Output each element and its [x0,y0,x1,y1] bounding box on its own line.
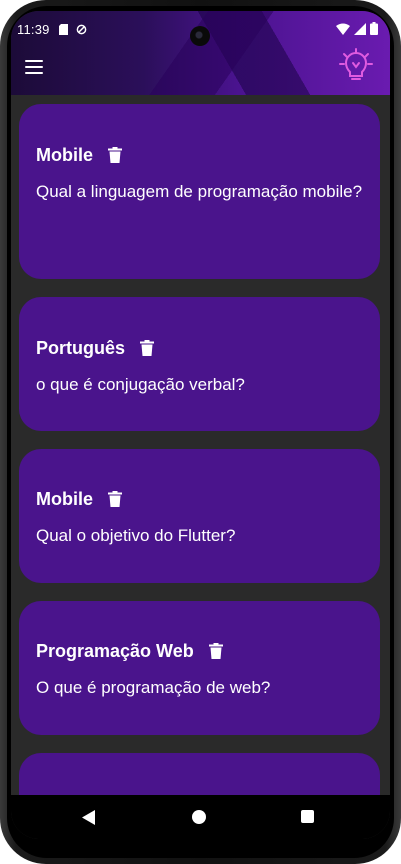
question-card[interactable]: Mobile Qual o objetivo do Flutter? [19,449,380,583]
status-right-icons [336,22,378,35]
screen: 11:39 Mobile Qual a linguagem de program… [11,11,390,839]
hamburger-menu-icon[interactable] [25,57,47,77]
phone-frame: 11:39 Mobile Qual a linguagem de program… [0,0,401,864]
front-camera [190,26,210,46]
card-title: Mobile [36,488,93,509]
trash-icon[interactable] [108,491,122,507]
question-card[interactable]: Português o que é conjugação verbal? [19,297,380,431]
data-saver-icon [76,24,86,34]
question-card[interactable]: Programação Web O que é programação de w… [19,601,380,735]
system-nav-bar [11,795,390,839]
home-circle-icon[interactable] [192,810,206,824]
lightbulb-logo-icon[interactable] [338,47,374,83]
card-question: Qual a linguagem de programação mobile? [36,182,363,201]
card-question: O que é programação de web? [36,678,271,697]
card-title: Mobile [36,144,93,165]
sd-card-icon [58,23,68,35]
app-bar: 11:39 [11,11,390,95]
signal-icon [354,22,366,35]
back-triangle-icon[interactable] [82,810,96,825]
card-question: o que é conjugação verbal? [36,375,245,394]
trash-icon[interactable] [208,643,223,659]
status-time: 11:39 [17,21,50,37]
card-title: Português [36,337,126,358]
battery-icon [370,22,378,35]
trash-icon[interactable] [108,147,122,163]
wifi-icon [336,23,350,35]
question-card[interactable]: Mobile Qual a linguagem de programação m… [19,104,380,279]
recents-square-icon[interactable] [301,810,314,823]
card-question: Qual o objetivo do Flutter? [36,526,236,545]
trash-icon[interactable] [140,340,155,356]
question-card-partial[interactable] [19,753,380,795]
card-title: Programação Web [36,640,194,661]
question-list[interactable]: Mobile Qual a linguagem de programação m… [11,95,390,795]
